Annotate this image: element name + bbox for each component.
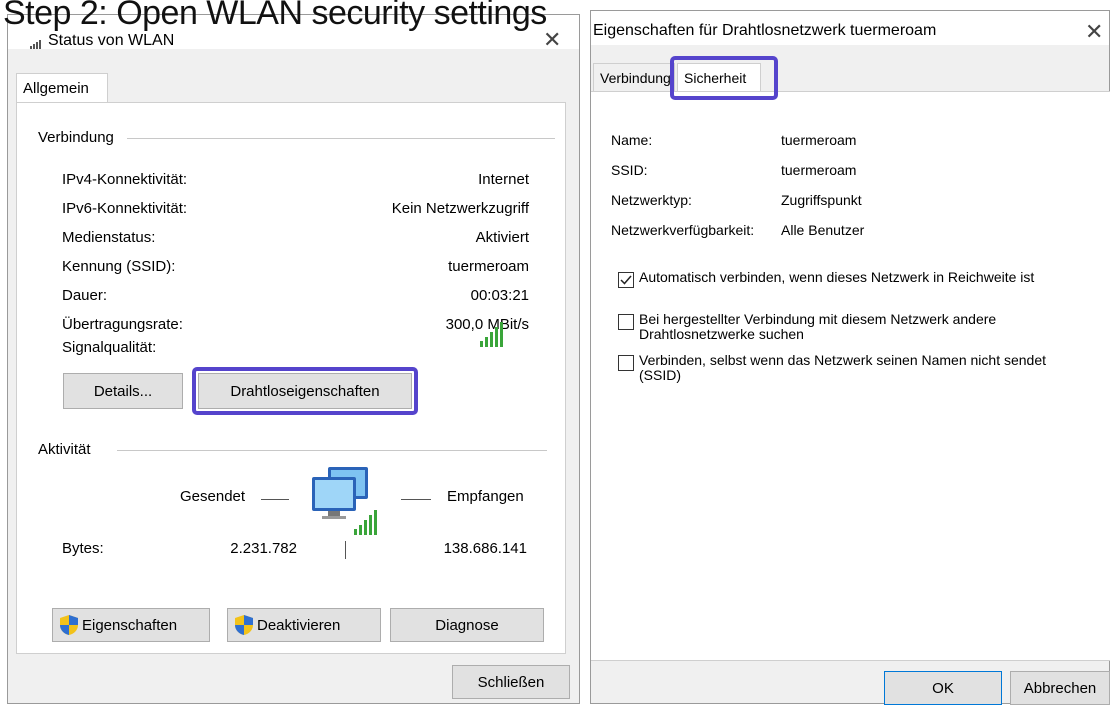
status-row-label: Kennung (SSID): (62, 258, 176, 275)
field-label: SSID: (611, 162, 648, 178)
connection-panel: Name: tuermeroam SSID: tuermeroam Netzwerkty… (591, 91, 1110, 661)
field-label: Netzwerktyp: (611, 192, 692, 208)
status-row-label: Dauer: (62, 287, 108, 304)
status-row-value: 00:03:21 (470, 287, 529, 304)
option-checkbox[interactable] (618, 355, 634, 371)
wireless-properties-window: Eigenschaften für Drahtlosnetzwerk tuerm… (590, 10, 1110, 705)
field-value: Alle Benutzer (781, 222, 865, 238)
status-row-value: Kein Netzwerkzugriff (391, 200, 529, 217)
details-button[interactable]: Details... (63, 373, 183, 409)
window-title: Status von WLAN (48, 32, 175, 49)
activity-group-label: Aktivität (38, 441, 97, 458)
tab-label: Allgemein (23, 80, 89, 97)
network-computers-icon (310, 465, 386, 541)
signal-strength-icon (480, 321, 506, 351)
tab-allgemein[interactable]: Allgemein (16, 73, 108, 103)
option-checkbox[interactable] (618, 314, 634, 330)
tab-sicherheit[interactable]: Sicherheit (677, 63, 761, 93)
field-label: Netzwerkverfügbarkeit: (611, 222, 755, 238)
close-icon[interactable]: ✕ (1085, 21, 1103, 43)
option-checkbox[interactable] (618, 272, 634, 288)
step-caption: Step 2: Open WLAN security settings (3, 0, 547, 32)
field-value: Zugriffspunkt (781, 192, 862, 208)
cancel-button[interactable]: Abbrechen (1010, 671, 1110, 705)
status-row-value: tuermeroam (448, 258, 529, 275)
tab-verbindung[interactable]: Verbindung (593, 63, 675, 91)
field-label: Name: (611, 132, 653, 148)
bytes-received-value: 138.686.141 (443, 540, 527, 557)
uac-shield-icon (58, 614, 80, 636)
wlan-status-window: Status von WLAN ✕ Allgemein Verbindung I… (7, 14, 580, 704)
sent-label: Gesendet (180, 488, 246, 505)
status-row-label: IPv6-Konnektivität: (62, 200, 188, 217)
received-label: Empfangen (447, 488, 524, 505)
status-row-value: Internet (478, 171, 529, 188)
status-row-label: Medienstatus: (62, 229, 156, 246)
sent-line (261, 499, 289, 500)
diagnose-button[interactable]: Diagnose (390, 608, 544, 642)
bytes-sent-value: 2.231.782 (230, 540, 297, 557)
option-label: Bei hergestellter Verbindung mit diesem … (639, 311, 997, 342)
status-row-value: Aktiviert (475, 229, 529, 246)
group-divider (117, 450, 547, 451)
connection-group-label: Verbindung (38, 129, 120, 146)
deactivate-button[interactable]: Deaktivieren (227, 608, 381, 642)
wifi-signal-icon (30, 36, 44, 53)
group-divider (127, 138, 555, 139)
tab-label: Verbindung (600, 70, 671, 86)
bytes-label: Bytes: (62, 540, 104, 557)
status-row-label: Übertragungsrate: (62, 316, 183, 333)
received-line (401, 499, 431, 500)
option-label: Automatisch verbinden, wenn dieses Netzw… (639, 269, 1035, 285)
field-value: tuermeroam (781, 132, 857, 148)
uac-shield-icon (233, 614, 255, 636)
title-bar: Eigenschaften für Drahtlosnetzwerk tuerm… (591, 11, 1109, 45)
signal-label: Signalqualität: (62, 339, 157, 356)
properties-button[interactable]: Eigenschaften (52, 608, 210, 642)
activity-divider (345, 541, 346, 559)
deactivate-label: Deaktivieren (257, 616, 341, 634)
status-row-label: IPv4-Konnektivität: (62, 171, 188, 188)
close-button[interactable]: Schließen (452, 665, 570, 699)
properties-label: Eigenschaften (82, 616, 178, 634)
tab-label: Sicherheit (684, 70, 747, 86)
ok-button[interactable]: OK (884, 671, 1002, 705)
window-title: Eigenschaften für Drahtlosnetzwerk tuerm… (593, 22, 937, 39)
general-panel: Verbindung IPv4-Konnektivität: Internet IP… (16, 102, 566, 654)
field-value: tuermeroam (781, 162, 857, 178)
wireless-properties-button[interactable]: Drahtloseigenschaften (198, 373, 412, 409)
option-label: Verbinden, selbst wenn das Netzwerk sein… (639, 352, 1047, 383)
